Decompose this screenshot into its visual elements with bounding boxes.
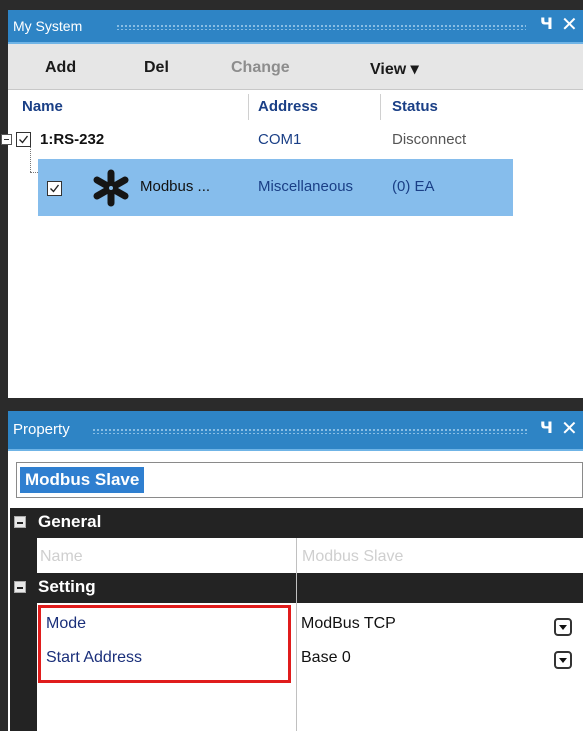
device-name: Modbus ... bbox=[140, 178, 211, 195]
system-toolbar: Add Del Change View ▾ bbox=[8, 44, 583, 90]
close-icon[interactable]: ✕ bbox=[561, 12, 578, 36]
panel-title: Property bbox=[13, 421, 70, 438]
collapse-icon[interactable] bbox=[14, 516, 26, 528]
panel-title: My System bbox=[13, 18, 83, 34]
category-label: General bbox=[38, 512, 102, 531]
object-name-field[interactable]: Modbus Slave bbox=[16, 462, 583, 498]
checkbox[interactable] bbox=[47, 181, 62, 196]
property-grid: General Name Modbus Slave Setting Mode M… bbox=[10, 508, 583, 731]
tree-row[interactable]: 1:RS-232 COM1 Disconnect bbox=[1, 124, 583, 154]
grid-gutter bbox=[10, 603, 37, 731]
device-address: Miscellaneous bbox=[258, 178, 354, 195]
column-divider[interactable] bbox=[296, 538, 297, 731]
column-header-name[interactable]: Name bbox=[22, 98, 63, 115]
tree-row-selected[interactable]: Modbus ... Miscellaneous (0) EA bbox=[38, 159, 513, 216]
change-button[interactable]: Change bbox=[231, 59, 290, 77]
device-status: Disconnect bbox=[392, 131, 467, 148]
property-value: Modbus Slave bbox=[302, 548, 404, 565]
property-panel: Property Ч ✕ Modbus Slave General Name M… bbox=[8, 411, 583, 731]
column-separator[interactable] bbox=[380, 94, 381, 120]
dropdown-arrow-icon[interactable] bbox=[554, 651, 572, 669]
view-menu-button[interactable]: View ▾ bbox=[370, 59, 419, 79]
tree-connector bbox=[30, 147, 32, 172]
pin-icon[interactable]: Ч bbox=[540, 14, 553, 33]
checkbox[interactable] bbox=[16, 132, 31, 147]
property-name: Name bbox=[40, 548, 83, 565]
del-button[interactable]: Del bbox=[144, 59, 169, 77]
device-name: 1:RS-232 bbox=[40, 131, 105, 148]
annotation-highlight-box bbox=[38, 605, 291, 683]
property-value-mode[interactable]: ModBus TCP bbox=[301, 615, 396, 633]
device-address: COM1 bbox=[258, 131, 302, 148]
column-separator[interactable] bbox=[248, 94, 249, 120]
category-label: Setting bbox=[38, 577, 96, 596]
collapse-icon[interactable] bbox=[1, 134, 12, 145]
add-button[interactable]: Add bbox=[45, 59, 76, 77]
modbus-device-icon bbox=[92, 169, 130, 207]
grip-pattern bbox=[92, 428, 528, 434]
column-header-address[interactable]: Address bbox=[258, 98, 318, 115]
property-value-start-address[interactable]: Base 0 bbox=[301, 649, 351, 667]
collapse-icon[interactable] bbox=[14, 581, 26, 593]
pin-icon[interactable]: Ч bbox=[540, 418, 553, 437]
my-system-panel: My System Ч ✕ Add Del Change View ▾ Name… bbox=[1, 10, 583, 398]
dropdown-arrow-icon[interactable] bbox=[554, 618, 572, 636]
close-icon[interactable]: ✕ bbox=[561, 416, 578, 440]
grid-gutter bbox=[10, 538, 37, 573]
my-system-titlebar[interactable]: My System Ч ✕ bbox=[8, 10, 583, 44]
category-general[interactable]: General bbox=[10, 508, 583, 538]
column-header-status[interactable]: Status bbox=[392, 98, 438, 115]
device-status: (0) EA bbox=[392, 178, 435, 195]
grip-pattern bbox=[116, 24, 526, 30]
object-name-selected-text[interactable]: Modbus Slave bbox=[20, 467, 145, 493]
property-titlebar[interactable]: Property Ч ✕ bbox=[8, 411, 583, 451]
